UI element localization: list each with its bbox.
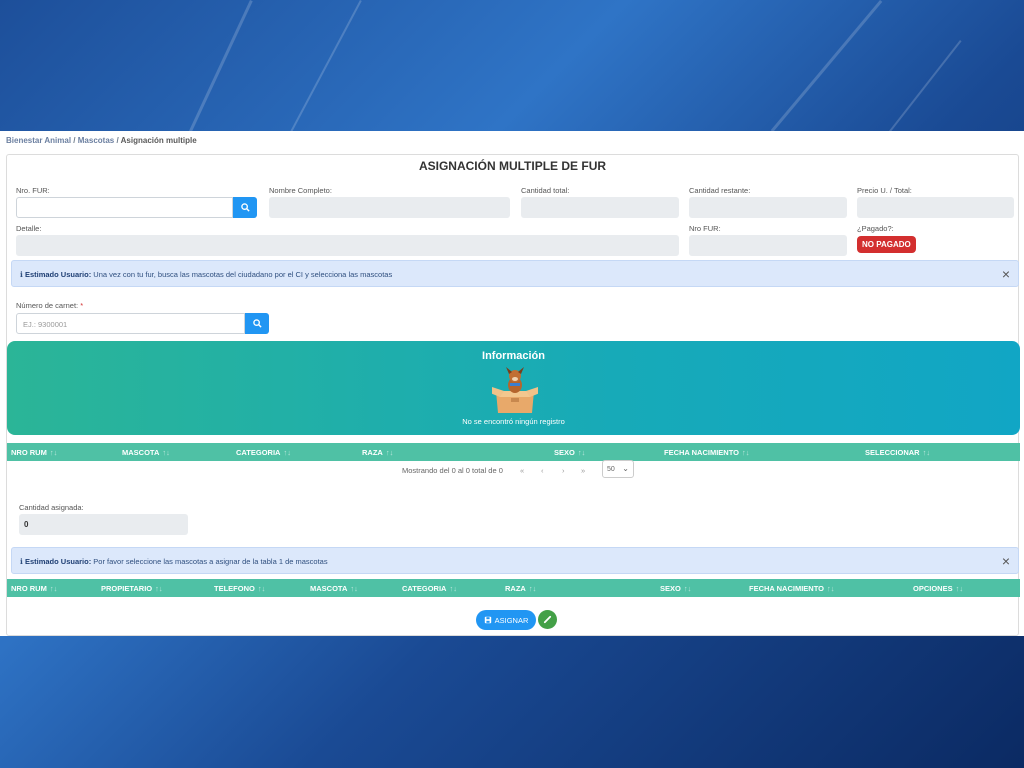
t2-col-telefono[interactable]: TELEFONO ↑↓ [214,584,265,593]
t2-col-fecha-nacimiento[interactable]: FECHA NACIMIENTO ↑↓ [749,584,835,593]
pager-last[interactable]: » [581,466,585,475]
dog-in-box-icon [492,367,538,413]
page-title: ASIGNACIÓN MULTIPLE DE FUR [418,159,607,173]
table1-pager: Mostrando del 0 al 0 total de 0 « ‹ › » … [402,460,634,478]
carnet-label: Número de carnet: * [16,301,84,310]
main-card: ASIGNACIÓN MULTIPLE DE FUR Nro. FUR: Nom… [6,154,1020,636]
breadcrumb-current: Asignación multiple [120,136,197,145]
detalle-field [16,235,679,256]
close-icon[interactable]: × [1002,266,1010,282]
search-fur-button[interactable] [233,197,257,218]
t2-col-raza[interactable]: RAZA ↑↓ [505,584,536,593]
pager-prev[interactable]: ‹ [541,466,544,475]
t1-col-categoria[interactable]: CATEGORIA ↑↓ [236,448,291,457]
pager-next[interactable]: › [562,466,565,475]
t2-col-categoria[interactable]: CATEGORIA ↑↓ [402,584,457,593]
pagado-status-badge: NO PAGADO [857,236,916,253]
nro-fur2-label: Nro FUR: [689,224,721,233]
info-icon: ℹ [20,557,23,566]
info-message: No se encontró ningún registro [462,417,565,426]
info-icon: ℹ [20,270,23,279]
pagado-label: ¿Pagado?: [857,224,894,233]
pager-first[interactable]: « [520,466,524,475]
table2-header: NRO RUM ↑↓ PROPIETARIO ↑↓ TELEFONO ↑↓ MASCO… [7,579,1020,597]
info-title: Información [482,350,545,362]
t2-col-nro-rum[interactable]: NRO RUM ↑↓ [11,584,57,593]
nro-fur-input[interactable] [16,197,233,218]
asignar-button[interactable]: ASIGNAR [476,610,536,630]
t1-col-raza[interactable]: RAZA ↑↓ [362,448,393,457]
cantidad-asignada-label: Cantidad asignada: [19,503,84,512]
cantidad-total-field [521,197,679,218]
nro-fur2-field [689,235,847,256]
cantidad-asignada-field: 0 [19,514,188,535]
search-icon [252,319,262,328]
t2-col-propietario[interactable]: PROPIETARIO ↑↓ [101,584,163,593]
pencil-icon [543,615,552,624]
t2-col-sexo[interactable]: SEXO ↑↓ [660,584,691,593]
edit-button[interactable] [538,610,557,629]
page-size-select[interactable]: 50 ⌄ [602,460,634,478]
nombre-label: Nombre Completo: [269,186,332,195]
pager-info: Mostrando del 0 al 0 total de 0 [402,466,503,475]
close-icon[interactable]: × [1002,553,1010,569]
search-carnet-button[interactable] [245,313,269,334]
nro-fur-label: Nro. FUR: [16,186,50,195]
chevron-down-icon: ⌄ [622,464,629,473]
cantidad-restante-label: Cantidad restante: [689,186,751,195]
t1-col-seleccionar[interactable]: SELECCIONAR ↑↓ [865,448,930,457]
table1-header: NRO RUM ↑↓ MASCOTA ↑↓ CATEGORIA ↑↓ RAZA ↑↓ S… [7,443,1020,461]
breadcrumb-bienestar[interactable]: Bienestar Animal [6,136,71,145]
breadcrumb-mascotas[interactable]: Mascotas [78,136,114,145]
search-icon [240,203,250,212]
carnet-input[interactable]: EJ.: 9300001 [16,313,245,334]
t1-col-mascota[interactable]: MASCOTA ↑↓ [122,448,170,457]
t1-col-nro-rum[interactable]: NRO RUM ↑↓ [11,448,57,457]
cantidad-total-label: Cantidad total: [521,186,570,195]
info-panel: Información No se encontró ningún regist… [7,341,1020,435]
t1-col-fecha-nacimiento[interactable]: FECHA NACIMIENTO ↑↓ [664,448,750,457]
save-icon [484,616,491,624]
alert-select-mascotas: ℹ Estimado Usuario: Por favor seleccione… [11,547,1019,574]
detalle-label: Detalle: [16,224,42,233]
cantidad-restante-field [689,197,847,218]
t2-col-opciones[interactable]: OPCIONES ↑↓ [913,584,963,593]
nombre-field [269,197,510,218]
alert-instructions: ℹ Estimado Usuario: Una vez con tu fur, … [11,260,1019,287]
breadcrumb: Bienestar Animal / Mascotas / Asignación… [6,136,197,145]
precio-field [857,197,1014,218]
app-page: Bienestar Animal / Mascotas / Asignación… [0,131,1024,636]
t2-col-mascota[interactable]: MASCOTA ↑↓ [310,584,358,593]
precio-label: Precio U. / Total: [857,186,912,195]
t1-col-sexo[interactable]: SEXO ↑↓ [554,448,585,457]
